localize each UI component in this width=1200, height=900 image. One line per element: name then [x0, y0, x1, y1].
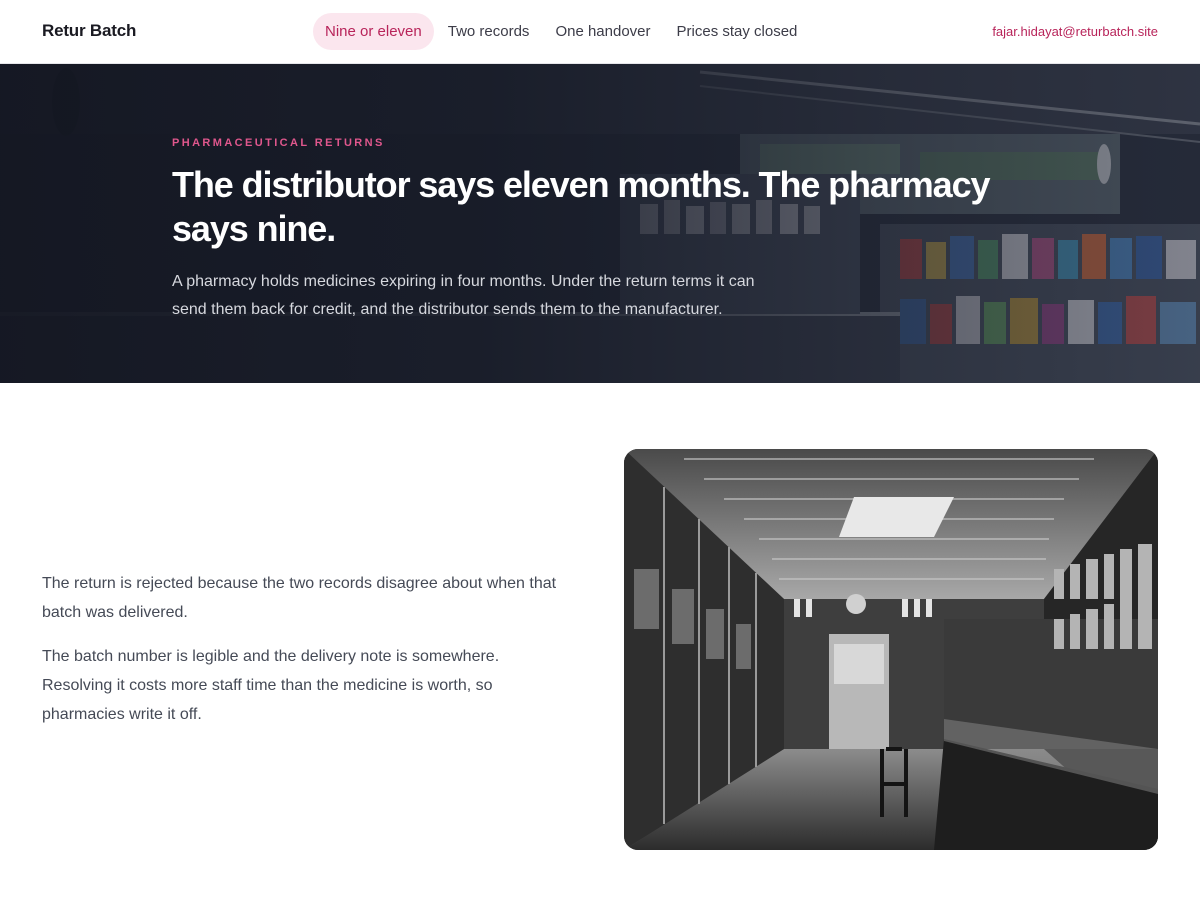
pharmacy-photo	[624, 449, 1158, 850]
body-copy: The return is rejected because the two r…	[42, 569, 562, 744]
hero-lede: A pharmacy holds medicines expiring in f…	[172, 273, 755, 318]
hero-eyebrow: PHARMACEUTICAL RETURNS	[172, 137, 385, 149]
nav-link-one-handover[interactable]: One handover	[543, 13, 662, 50]
brand-logo[interactable]: Retur Batch	[42, 21, 136, 41]
hero-content: PHARMACEUTICAL RETURNS The distributor s…	[172, 137, 1032, 324]
nav-link-nine-or-eleven[interactable]: Nine or eleven	[313, 13, 434, 50]
nav-link-two-records[interactable]: Two records	[436, 13, 542, 50]
body-paragraph: The return is rejected because the two r…	[42, 575, 557, 621]
nav-links: Nine or eleven Two records One handover …	[313, 13, 811, 50]
body-paragraph: The batch number is legible and the deli…	[42, 648, 500, 723]
hero-section: PHARMACEUTICAL RETURNS The distributor s…	[0, 64, 1200, 383]
top-nav: Retur Batch Nine or eleven Two records O…	[0, 0, 1200, 64]
contact-email-link[interactable]: fajar.hidayat@returbatch.site	[992, 24, 1158, 39]
hero-title: The distributor says eleven months. The …	[172, 164, 991, 249]
vintage-pharmacy-image	[624, 449, 1158, 850]
nav-link-prices-stay-closed[interactable]: Prices stay closed	[665, 13, 810, 50]
